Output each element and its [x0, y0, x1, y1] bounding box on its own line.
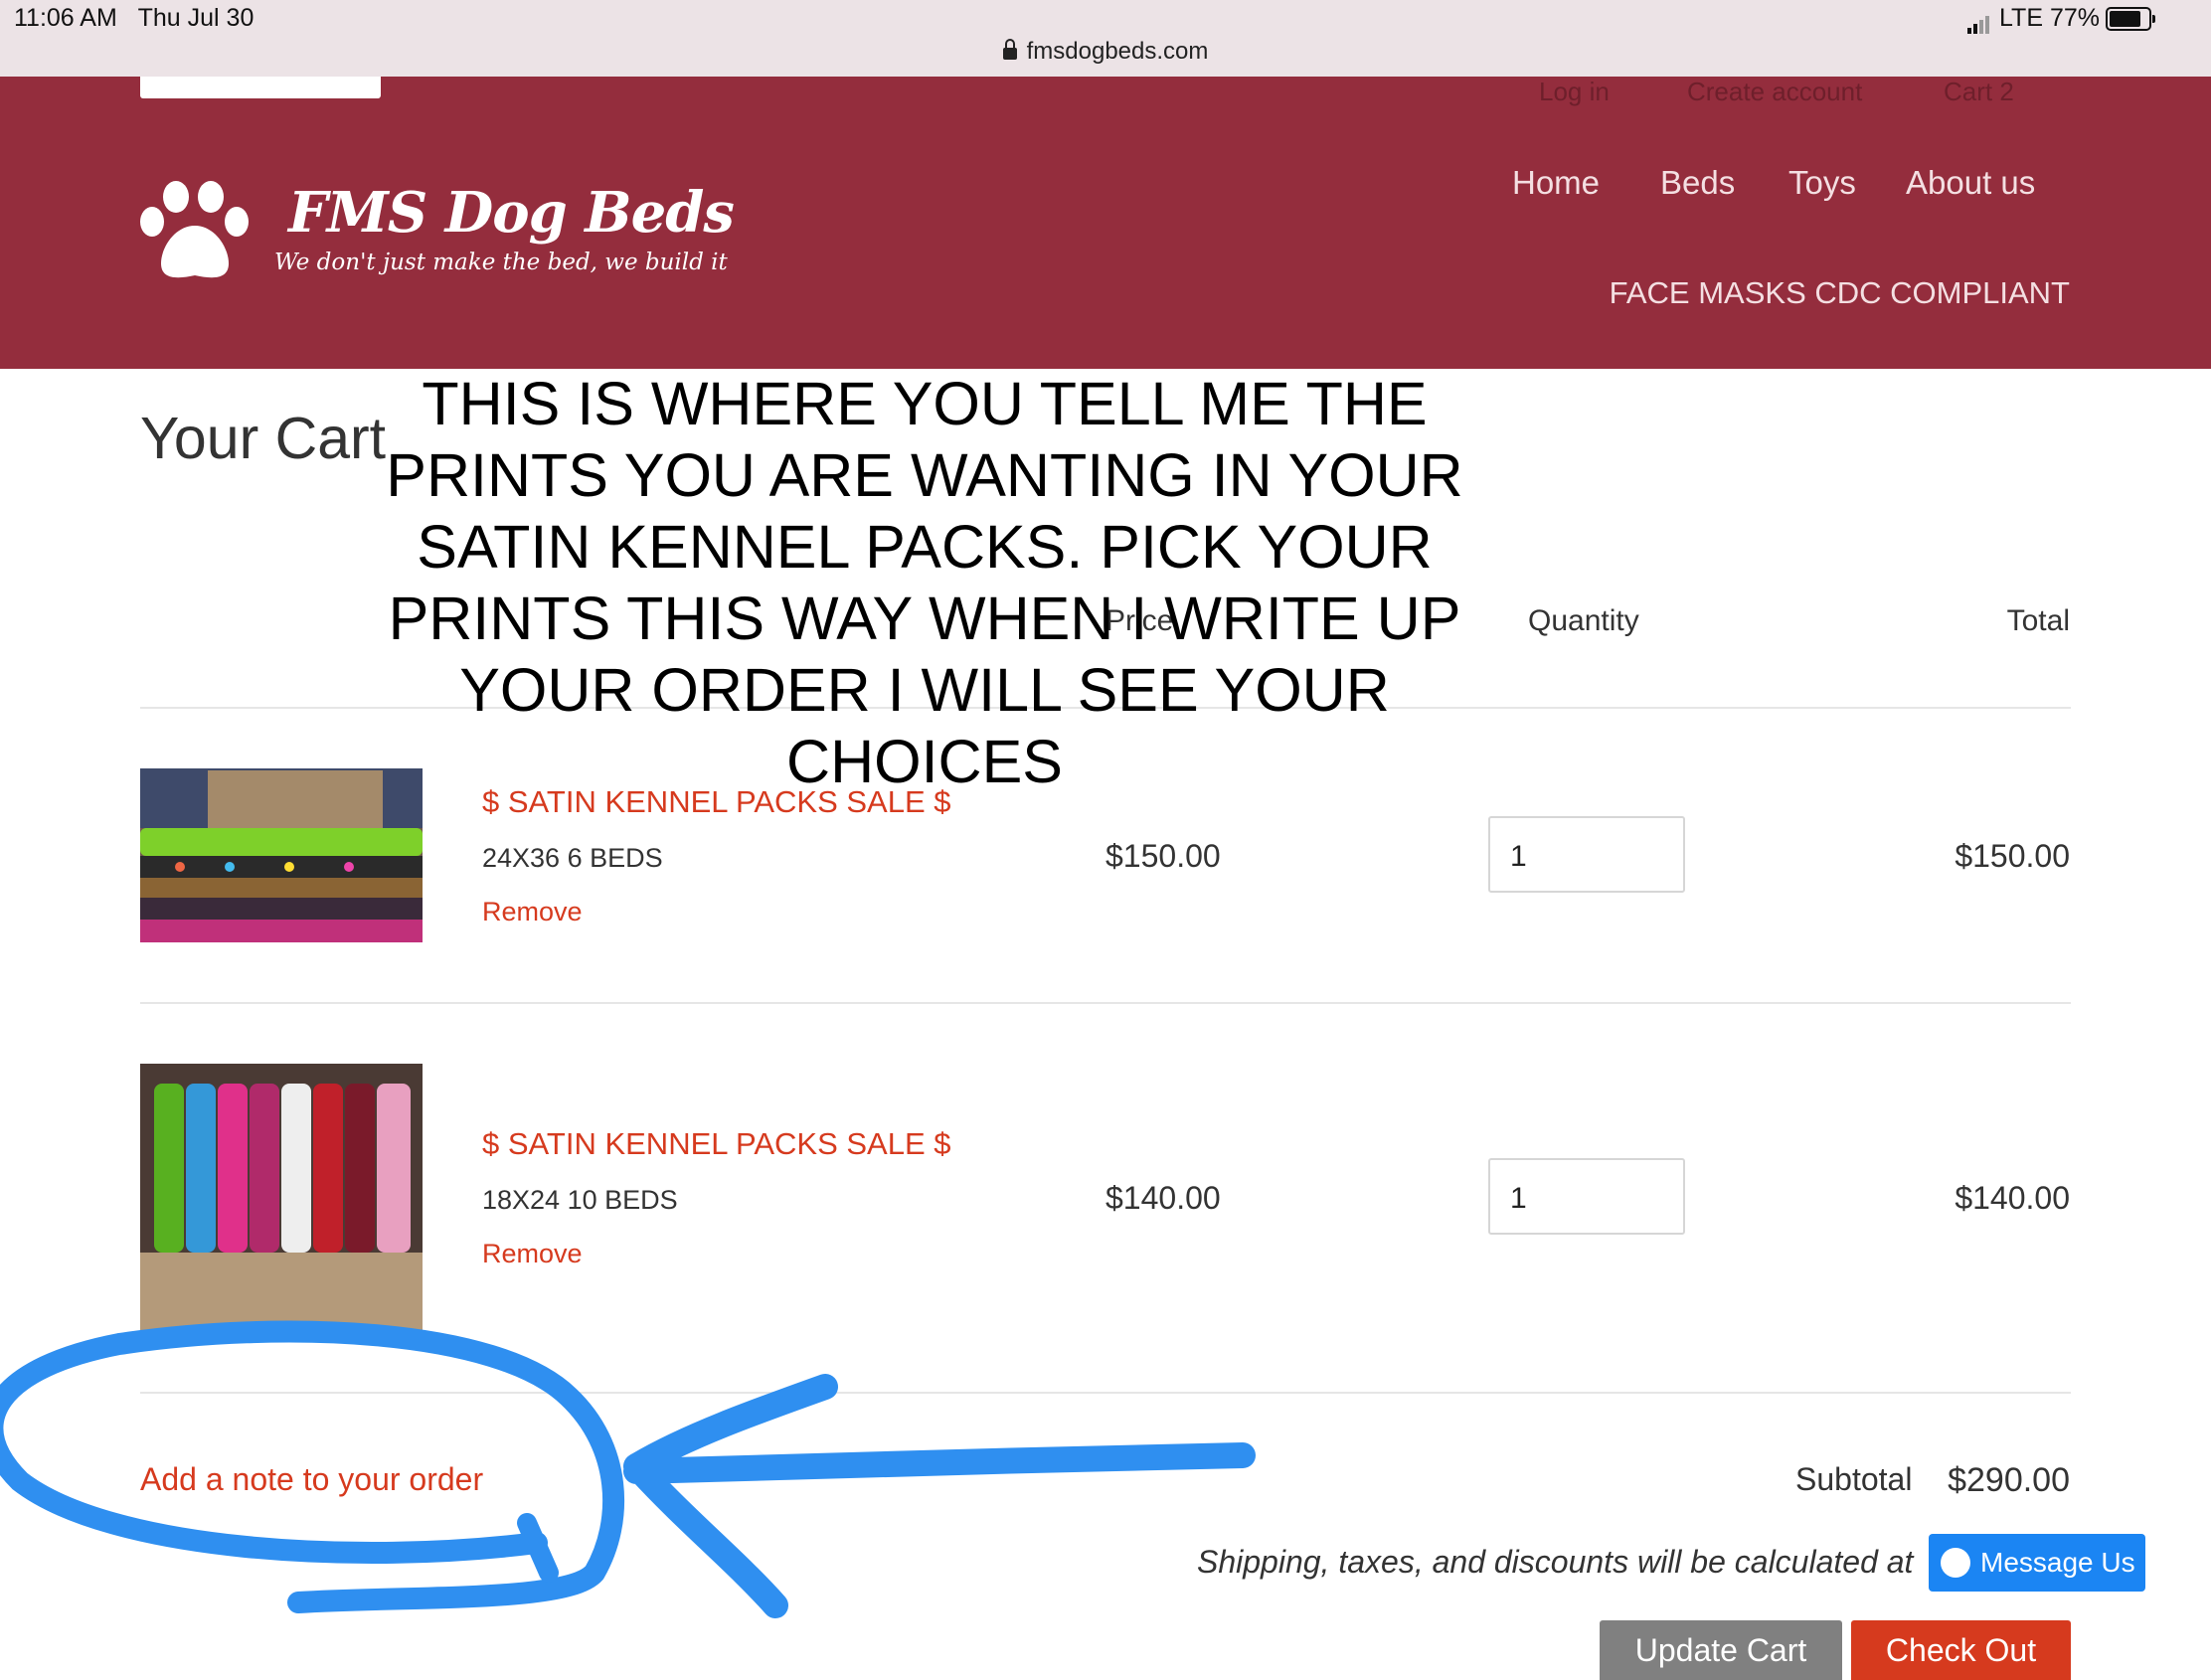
messenger-label: Message Us — [1980, 1547, 2135, 1578]
cart-link[interactable]: Cart 2 — [1944, 77, 2014, 107]
signal-icon — [1967, 5, 1991, 34]
update-cart-button[interactable]: Update Cart — [1600, 1620, 1842, 1680]
site-header: Log in Create account Cart 2 FMS Dog Bed… — [0, 77, 2211, 369]
item-total: $140.00 — [1955, 1180, 2070, 1216]
divider — [140, 1002, 2071, 1004]
brand-tagline: We don't just make the bed, we build it — [274, 250, 728, 275]
product-title-link[interactable]: $ SATIN KENNEL PACKS SALE $ — [482, 1126, 951, 1162]
remove-link[interactable]: Remove — [482, 897, 583, 927]
product-variant: 18X24 10 BEDS — [482, 1185, 678, 1215]
item-total: $150.00 — [1955, 838, 2070, 874]
overlay-instruction-text: THIS IS WHERE YOU TELL ME THE PRINTS YOU… — [386, 370, 1463, 795]
product-variant: 24X36 6 BEDS — [482, 843, 663, 873]
product-image[interactable] — [140, 1064, 423, 1332]
paw-logo-icon[interactable] — [139, 180, 251, 283]
item-price: $150.00 — [1106, 838, 1221, 874]
column-quantity: Quantity — [1528, 604, 1639, 637]
quantity-input[interactable]: 1 — [1488, 816, 1685, 893]
status-indicators: LTE 77% — [1967, 4, 2155, 34]
shipping-note: Shipping, taxes, and discounts will be c… — [1197, 1544, 1914, 1580]
status-time: 11:06 AM Thu Jul 30 — [14, 4, 255, 32]
nav-about-us[interactable]: About us — [1906, 164, 2035, 202]
status-bar: 11:06 AM Thu Jul 30 LTE 77% fmsdogbeds.c… — [0, 0, 2211, 77]
quantity-input[interactable]: 1 — [1488, 1158, 1685, 1235]
messenger-button[interactable]: Message Us — [1929, 1534, 2145, 1592]
item-price: $140.00 — [1106, 1180, 1221, 1216]
subtotal-label: Subtotal — [1795, 1461, 1913, 1497]
annotation-arrow — [623, 1374, 1256, 1618]
messenger-icon — [1941, 1547, 1970, 1578]
column-total: Total — [2006, 604, 2070, 637]
nav-toys[interactable]: Toys — [1788, 164, 1856, 202]
subtotal-value: $290.00 — [1948, 1461, 2070, 1499]
nav-beds[interactable]: Beds — [1660, 164, 1735, 202]
lock-icon — [1002, 39, 1017, 60]
login-link[interactable]: Log in — [1539, 77, 1610, 107]
brand-name[interactable]: FMS Dog Beds — [288, 180, 735, 246]
annotation-circle-tail — [517, 1513, 559, 1583]
divider — [140, 1392, 2071, 1394]
address-bar[interactable]: fmsdogbeds.com — [0, 38, 2211, 66]
checkout-button[interactable]: Check Out — [1851, 1620, 2071, 1680]
page-title: Your Cart — [140, 406, 387, 471]
url-text: fmsdogbeds.com — [1026, 38, 1209, 65]
nav-home[interactable]: Home — [1512, 164, 1600, 202]
nav-face-masks[interactable]: FACE MASKS CDC COMPLIANT — [1610, 275, 2070, 311]
battery-icon — [2106, 7, 2155, 32]
create-account-link[interactable]: Create account — [1687, 77, 1862, 107]
remove-link[interactable]: Remove — [482, 1239, 583, 1269]
search-input[interactable] — [140, 77, 381, 98]
add-order-note-link[interactable]: Add a note to your order — [140, 1461, 483, 1498]
